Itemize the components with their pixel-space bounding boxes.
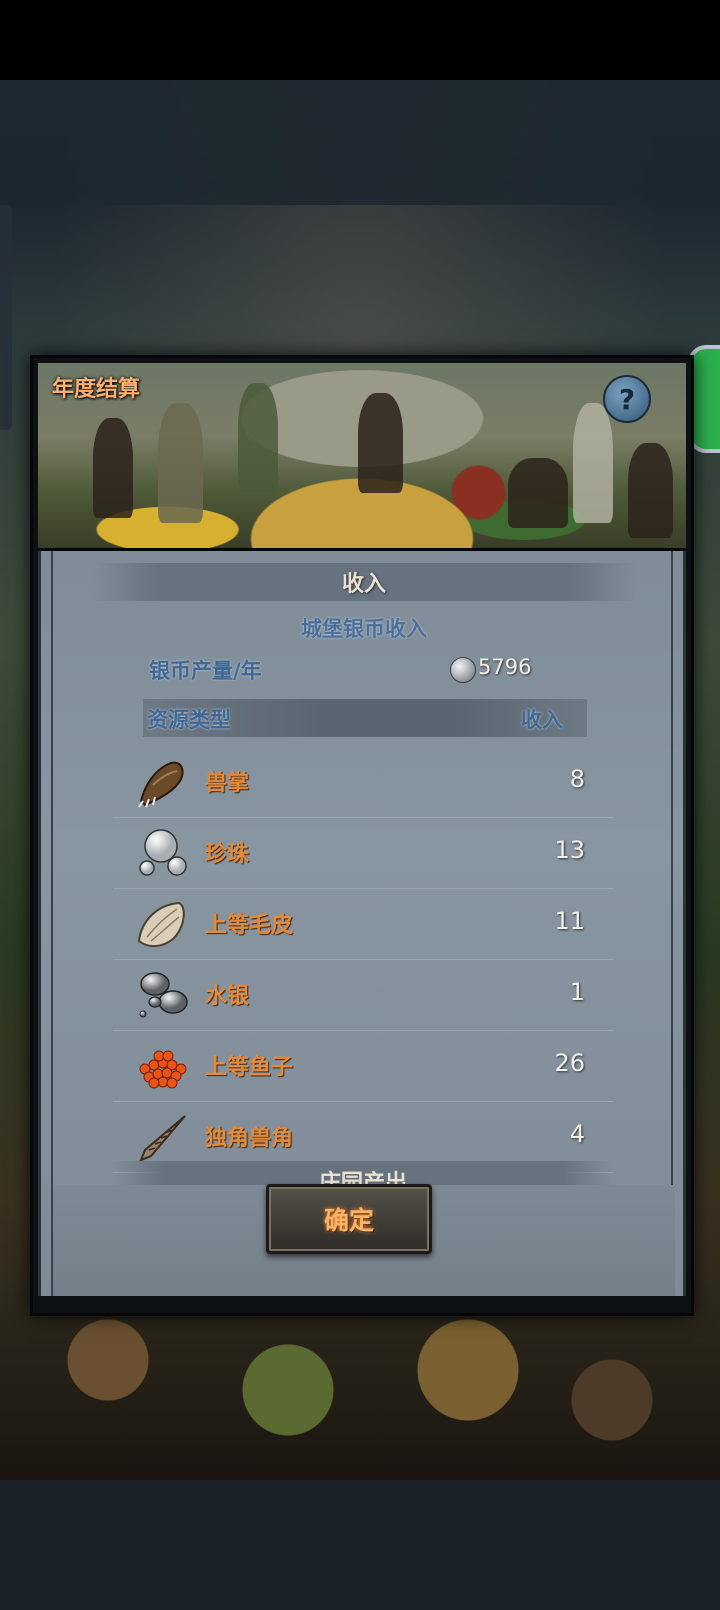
- resource-list[interactable]: 兽掌 8 珍珠 13 上等毛皮 11 水银 1 上等鱼子 26 独角兽角 4: [113, 747, 613, 1173]
- question-mark-icon: ?: [618, 382, 636, 416]
- column-resource-type: 资源类型: [147, 708, 231, 732]
- resource-value: 13: [554, 836, 585, 864]
- bottom-area: [0, 1480, 720, 1610]
- left-side-tab[interactable]: [0, 205, 12, 430]
- fur-icon: [137, 901, 185, 947]
- annual-settlement-dialog: 年度结算 ? 收入 城堡银币收入 银币产量/年 5796 资源类型 收入 兽掌 …: [30, 355, 694, 1316]
- castle-income-title: 城堡银币收入: [301, 617, 427, 641]
- resource-name: 珍珠: [205, 842, 250, 867]
- resource-row: 水银 1: [113, 960, 613, 1031]
- unicorn-horn-icon: [139, 1115, 186, 1162]
- harvest-banner-illustration: 年度结算 ?: [38, 363, 686, 552]
- resource-value: 8: [569, 765, 585, 793]
- resource-name: 水银: [205, 984, 250, 1009]
- income-section-label: 收入: [341, 572, 386, 597]
- resource-row: 兽掌 8: [113, 747, 613, 818]
- resource-name: 上等鱼子: [205, 1055, 294, 1080]
- resource-name: 上等毛皮: [205, 913, 294, 938]
- help-button[interactable]: ?: [603, 375, 651, 423]
- resource-row: 珍珠 13: [113, 818, 613, 889]
- pearl-icon: [139, 829, 187, 876]
- resource-value: 4: [569, 1120, 585, 1148]
- resource-value: 11: [554, 907, 585, 935]
- resource-name: 独角兽角: [205, 1126, 294, 1151]
- mercury-icon: [139, 972, 188, 1018]
- resource-value: 1: [569, 978, 585, 1006]
- resource-name: 兽掌: [205, 771, 250, 796]
- resource-row: 上等毛皮 11: [113, 889, 613, 960]
- silver-rate-label: 银币产量/年: [149, 659, 262, 683]
- column-income: 收入: [521, 708, 563, 732]
- silver-coin-icon: [450, 657, 476, 683]
- caviar-icon: [139, 1050, 187, 1089]
- status-bar: [0, 0, 720, 80]
- dialog-title: 年度结算: [52, 377, 141, 402]
- income-section-header: 收入: [93, 563, 635, 601]
- confirm-button[interactable]: 确定: [266, 1184, 432, 1254]
- resource-row: 上等鱼子 26: [113, 1031, 613, 1102]
- manor-output-label: 庄园产出: [318, 1171, 407, 1185]
- silver-rate-value: 5796: [478, 655, 532, 679]
- manor-output-section-header: 庄园产出: [113, 1161, 613, 1185]
- beast-paw-icon: [138, 761, 184, 808]
- resource-value: 26: [554, 1049, 585, 1077]
